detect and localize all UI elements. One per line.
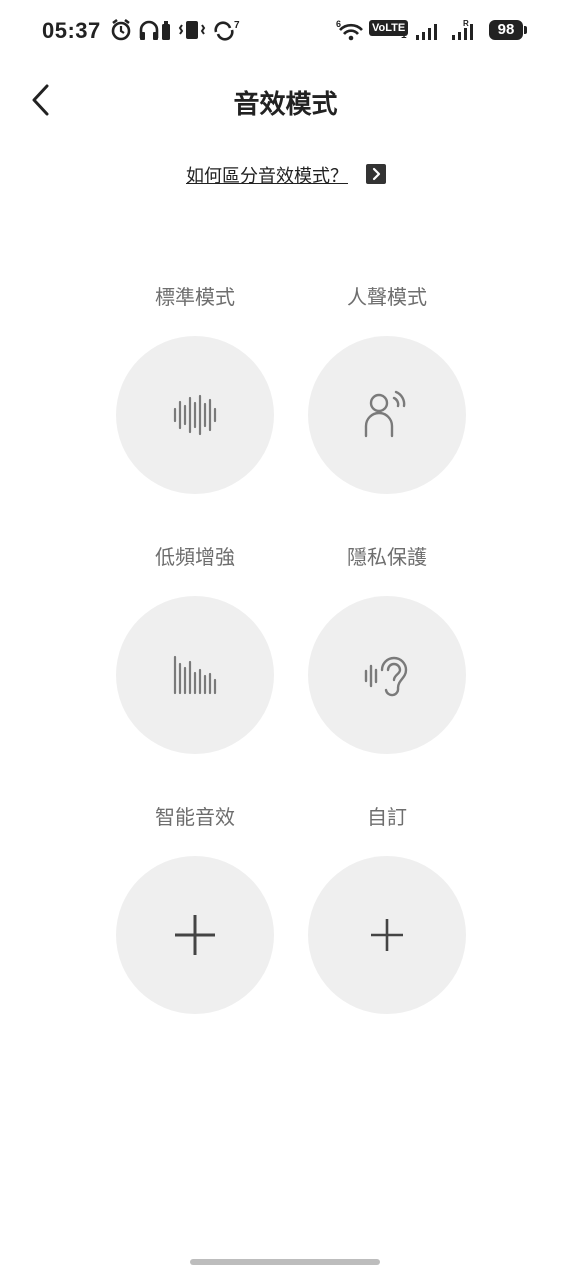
home-indicator[interactable] <box>190 1259 380 1265</box>
voice-person-icon <box>364 390 406 438</box>
vibrate-icon <box>178 21 206 39</box>
ear-icon <box>364 656 408 697</box>
headphones-battery-icon <box>139 20 170 40</box>
alarm-icon <box>111 18 131 41</box>
mode-button-custom[interactable] <box>308 856 466 1014</box>
mode-label-standard: 標準模式 <box>155 285 235 309</box>
plus-icon <box>371 919 403 951</box>
bass-bars-icon <box>173 655 217 695</box>
wifi-icon: 6 <box>336 19 363 41</box>
svg-text:R: R <box>463 19 469 28</box>
mode-button-privacy[interactable] <box>308 596 466 754</box>
mode-label-smart: 智能音效 <box>155 805 235 829</box>
volte-sim-number: 1 <box>401 30 407 41</box>
signal-roaming-icon: R <box>452 19 473 40</box>
waveform-icon <box>173 394 217 436</box>
mode-label-privacy: 隱私保護 <box>347 545 427 569</box>
battery-level: 98 <box>489 20 523 40</box>
mode-button-voice[interactable] <box>308 336 466 494</box>
battery-tip <box>524 26 527 34</box>
page-title: 音效模式 <box>233 90 338 120</box>
mode-button-bass-boost[interactable] <box>116 596 274 754</box>
signal-icon <box>416 24 437 40</box>
mode-label-voice: 人聲模式 <box>347 285 427 309</box>
help-arrow-button[interactable] <box>366 164 386 184</box>
help-link[interactable]: 如何區分音效模式？ <box>186 162 348 188</box>
mode-label-custom: 自訂 <box>367 805 407 829</box>
status-time: 05:37 <box>42 18 101 43</box>
plus-icon <box>175 915 215 955</box>
mode-button-smart[interactable] <box>116 856 274 1014</box>
chevron-right-icon <box>372 167 381 181</box>
svg-text:6: 6 <box>336 19 341 29</box>
svg-text:7: 7 <box>234 20 240 31</box>
mode-label-bass-boost: 低頻增強 <box>155 545 235 569</box>
data-sync-icon: 7 <box>214 20 240 41</box>
status-bar: 05:37 7 6 VoLTE 1 R 98 <box>0 0 571 62</box>
mode-button-standard[interactable] <box>116 336 274 494</box>
